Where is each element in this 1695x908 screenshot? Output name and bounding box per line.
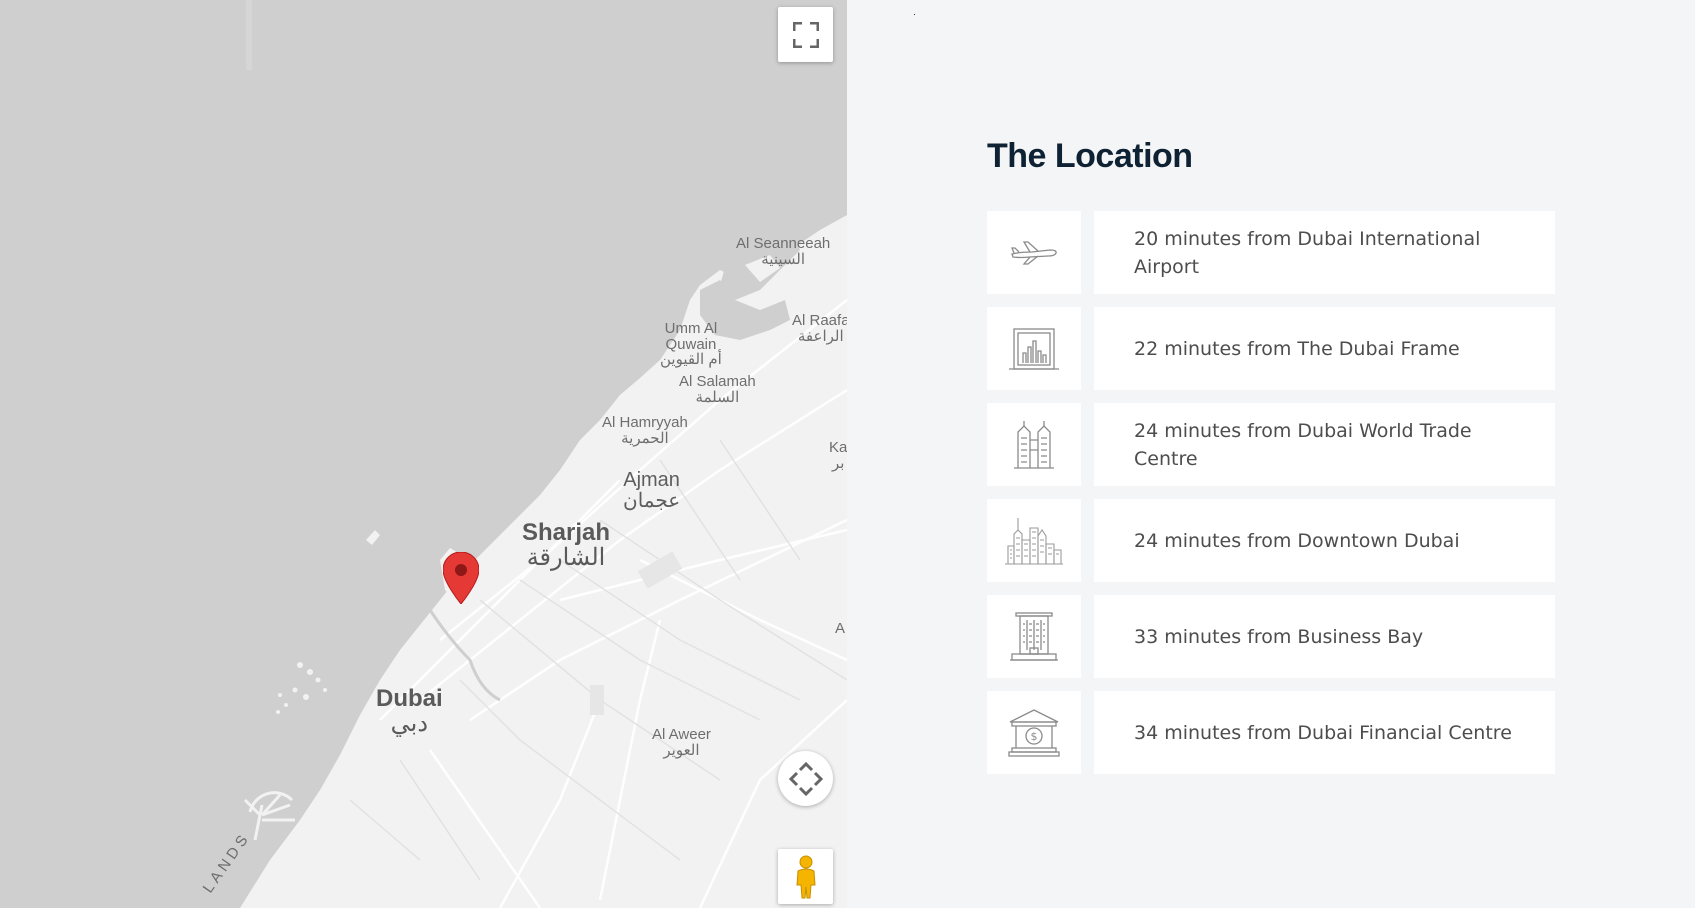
pegman-icon [795, 855, 816, 898]
location-item-text: 22 minutes from The Dubai Frame [1134, 337, 1460, 360]
stray-dot [914, 14, 915, 15]
map-label-al-aweer: Al Aweer العوير [652, 726, 711, 759]
map-label-al-raafah: Al Raafa الراعفة [792, 312, 847, 345]
location-item-text: 33 minutes from Business Bay [1134, 625, 1424, 648]
location-item-text: 24 minutes from Dubai World Trade Centre [1134, 419, 1472, 470]
fullscreen-button[interactable] [778, 7, 833, 62]
map-label-al-seanneeah: Al Seanneeah السينية [736, 235, 831, 268]
map-label-al-hamriyah: Al Hamryyah الحمرية [602, 414, 688, 447]
location-item: 24 minutes from Downtown Dubai [987, 499, 1555, 582]
map-label-edge: A [835, 620, 846, 637]
location-item-text-box: 20 minutes from Dubai International Airp… [1094, 211, 1555, 294]
location-item-text: 20 minutes from Dubai International Airp… [1134, 227, 1481, 278]
map-canvas[interactable] [0, 0, 847, 908]
downtown-skyline-icon [1005, 517, 1063, 565]
location-item: 22 minutes from The Dubai Frame [987, 307, 1555, 390]
location-item-icon-box [987, 403, 1081, 486]
bank-icon: $ [1008, 708, 1060, 757]
airplane-icon [1011, 240, 1057, 265]
office-tower-icon [1010, 611, 1058, 661]
location-item-text: 24 minutes from Downtown Dubai [1134, 529, 1460, 552]
pan-control-button[interactable] [778, 751, 833, 806]
map-label-ajman: Ajman عجمان [623, 469, 681, 512]
location-item: $ 34 minutes from Dubai Financial Centre [987, 691, 1555, 774]
location-item-text-box: 24 minutes from Downtown Dubai [1094, 499, 1555, 582]
street-view-button[interactable] [778, 849, 833, 904]
location-item-text-box: 33 minutes from Business Bay [1094, 595, 1555, 678]
location-item-text-box: 34 minutes from Dubai Financial Centre [1094, 691, 1555, 774]
location-item-icon-box [987, 307, 1081, 390]
svg-text:$: $ [1031, 730, 1038, 743]
dubai-frame-icon [1009, 327, 1059, 370]
map-panel[interactable]: Al Seanneeah السينية Umm Al Quwain أم القي… [0, 0, 847, 908]
move-arrows-icon [788, 761, 823, 796]
location-item: 24 minutes from Dubai World Trade Centre [987, 403, 1555, 486]
map-label-ka: Ka ﺑﺮ [829, 439, 847, 472]
location-item-text: 34 minutes from Dubai Financial Centre [1134, 721, 1512, 744]
map-label-al-salamah: Al Salamah السلمة [679, 373, 756, 406]
map-label-sharjah: Sharjah الشارقة [522, 519, 611, 572]
location-item-icon-box [987, 499, 1081, 582]
section-title: The Location [987, 137, 1193, 175]
location-item-icon-box [987, 211, 1081, 294]
location-item: 33 minutes from Business Bay [987, 595, 1555, 678]
map-label-umm-al-quwain: Umm Al Quwain أم القيوين [660, 319, 722, 369]
location-item-icon-box [987, 595, 1081, 678]
location-item: 20 minutes from Dubai International Airp… [987, 211, 1555, 294]
trade-centre-icon [1014, 420, 1054, 469]
map-label-dubai: Dubai دبي [376, 685, 443, 738]
location-item-text-box: 24 minutes from Dubai World Trade Centre [1094, 403, 1555, 486]
location-item-icon-box: $ [987, 691, 1081, 774]
location-marker-icon[interactable] [442, 551, 480, 605]
location-item-text-box: 22 minutes from The Dubai Frame [1094, 307, 1555, 390]
fullscreen-icon [792, 21, 819, 48]
